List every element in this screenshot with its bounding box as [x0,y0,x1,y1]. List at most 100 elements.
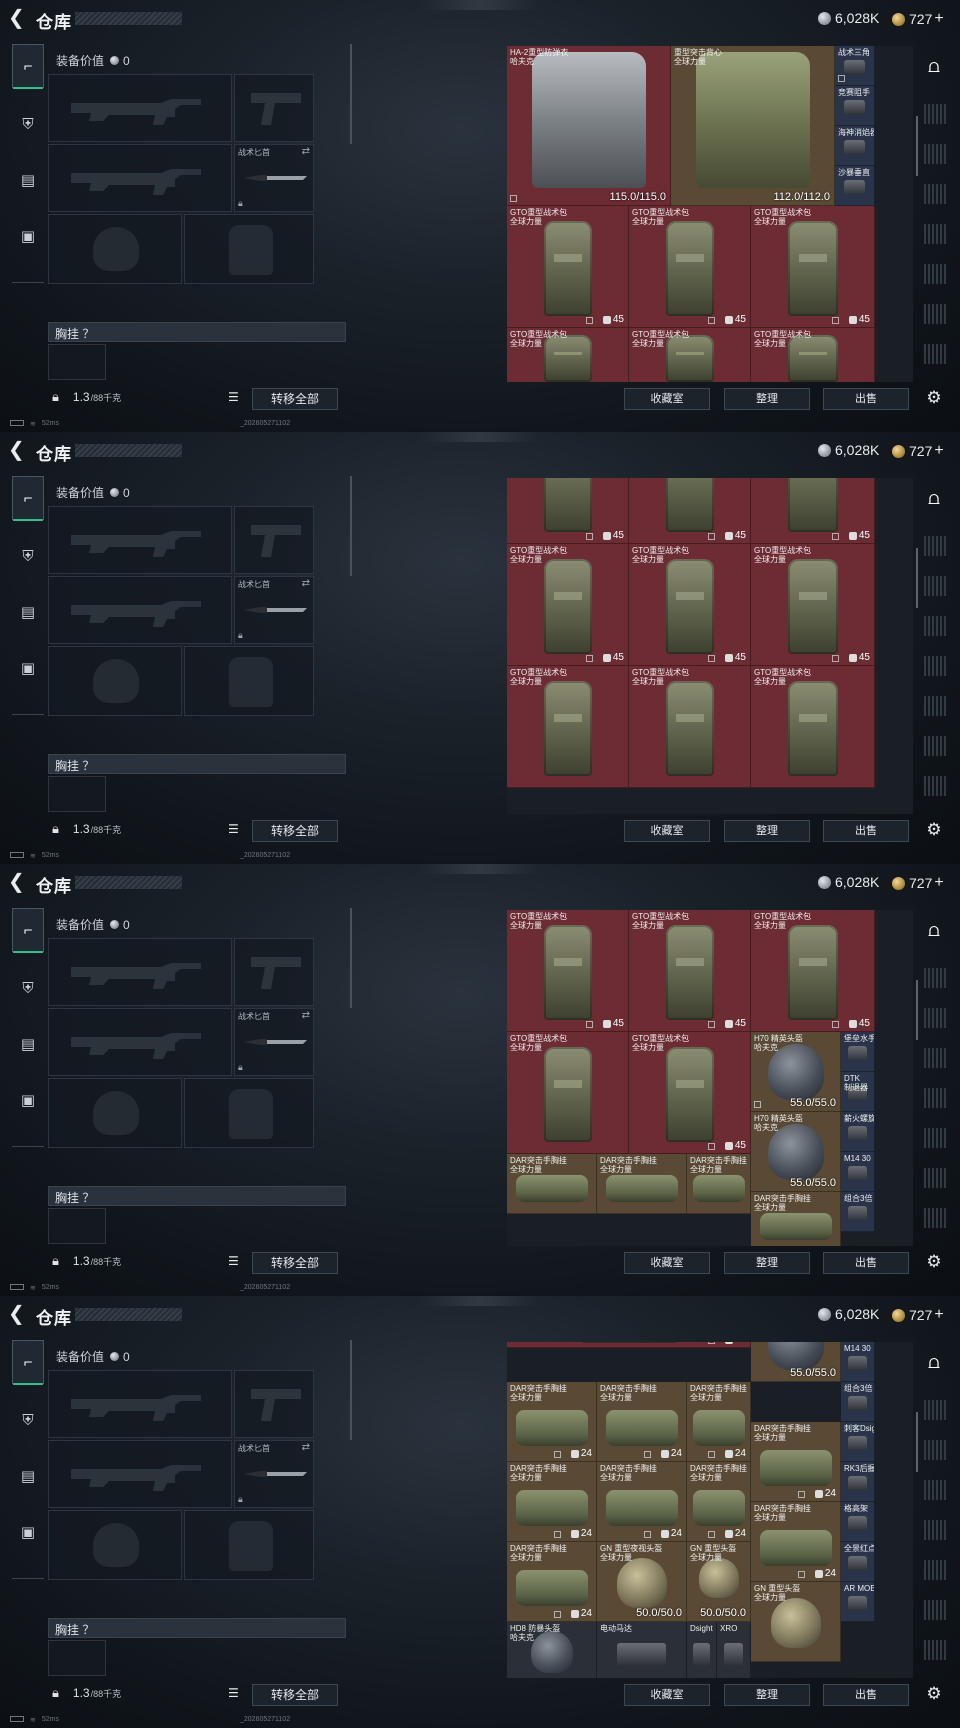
armor-slot[interactable] [184,1510,314,1580]
stash-tab[interactable] [924,1048,948,1068]
stash-tab[interactable] [924,1640,948,1660]
stash-item[interactable]: 全景红点 [841,1542,875,1582]
stash-item[interactable]: 堡垒水手 [841,1032,875,1072]
sell-button[interactable]: 出售 [823,820,909,842]
stash-grid[interactable]: GTO重型战术包 全球力量 45 GTO重型战术包 全球力量 45 GTO重型战术包 全… [507,910,913,1246]
settings-gear-icon[interactable]: ⚙ [924,388,944,408]
sort-button[interactable]: 整理 [724,1684,810,1706]
stash-tab[interactable] [924,1480,948,1500]
stash-item[interactable]: 电动马达 [597,1622,687,1678]
stash-item[interactable]: 刺客Dsig... [841,1422,875,1462]
back-arrow-icon[interactable]: ❮ [8,1304,28,1324]
stash-item[interactable]: AR MOE... [841,1582,875,1622]
armor-slot[interactable] [184,1078,314,1148]
stash-item[interactable]: DAR突击手胸挂 全球力量 24 [597,1462,687,1542]
loadout-scrollbar[interactable] [350,476,352,576]
list-icon[interactable]: ☰ [228,1686,244,1702]
swap-icon[interactable]: ⇄ [302,146,310,157]
stash-item[interactable]: 45 [507,1342,751,1348]
secondary-weapon-slot[interactable] [48,1440,232,1508]
stash-item[interactable]: RK3后握把 [841,1462,875,1502]
stash-tab[interactable] [924,184,948,204]
helmet-tab-icon[interactable]: ⛨ [12,1398,44,1442]
chest-rig-slot[interactable] [48,344,106,380]
stash-tab[interactable] [924,968,948,988]
chest-rig-header[interactable]: 胸挂 ？ [48,322,346,342]
stash-tab[interactable] [924,616,948,636]
exit-door-icon[interactable]: ⩍ [922,918,946,942]
swap-icon[interactable]: ⇄ [302,1010,310,1021]
stash-tab[interactable] [924,1128,948,1148]
stash-item[interactable]: 竞赛阻手 [835,86,875,126]
clipboard-tab-icon[interactable]: ▤ [12,158,44,202]
stash-item[interactable]: 组合3倍 [841,1192,875,1232]
secondary-weapon-slot[interactable] [48,1008,232,1076]
gold-currency[interactable]: 727 + [892,1306,944,1324]
stash-item[interactable]: GTO重型战术包 全球力量 [751,666,875,788]
stash-item[interactable]: DAR突击手胸挂 全球力量 24 [687,1382,751,1462]
settings-gear-icon[interactable]: ⚙ [924,820,944,840]
stash-item[interactable]: DAR突击手胸挂 全球力量 [687,1154,751,1214]
briefcase-tab-icon[interactable]: ▣ [12,1510,44,1554]
briefcase-tab-icon[interactable]: ▣ [12,646,44,690]
stash-item[interactable]: HD8 防暴头盔 哈夫克 [507,1622,597,1678]
helmet-tab-icon[interactable]: ⛨ [12,102,44,146]
stash-item[interactable]: GTO重型战术包 全球力量 45 [751,544,875,666]
armor-slot[interactable] [184,214,314,284]
chest-rig-slot[interactable] [48,776,106,812]
stash-tab[interactable] [924,1600,948,1620]
stash-tab[interactable] [924,536,948,556]
stash-item[interactable]: DAR突击手胸挂 全球力量 [751,1192,841,1246]
add-gold-button[interactable]: + [934,10,943,28]
helmet-slot[interactable] [48,1078,182,1148]
clipboard-tab-icon[interactable]: ▤ [12,1454,44,1498]
stash-item[interactable]: M14 30 [841,1152,875,1192]
transfer-all-button[interactable]: 转移全部 [252,1684,338,1706]
rail-scrollbar[interactable] [916,116,918,176]
stash-item[interactable]: GTO重型战术包 全球力量 45 [629,910,751,1032]
stash-tab[interactable] [924,264,948,284]
stash-item[interactable]: DAR突击手胸挂 全球力量 [597,1154,687,1214]
stash-item[interactable]: GTO重型战术包 全球力量 [629,328,751,382]
stash-item[interactable]: 海神消焰器 [835,126,875,166]
rail-scrollbar[interactable] [916,980,918,1040]
stash-item[interactable]: GTO重型战术包 全球力量 45 [507,206,629,328]
loadout-scrollbar[interactable] [350,908,352,1008]
loadout-scrollbar[interactable] [350,44,352,144]
briefcase-tab-icon[interactable]: ▣ [12,1078,44,1122]
primary-weapon-slot[interactable] [48,506,232,574]
stash-item[interactable]: HA-2重型防弹衣 哈夫克 115.0/115.0 [507,46,671,206]
stash-item[interactable]: H70 精英头盔 哈夫克 55.0/55.0 [751,1032,841,1112]
stash-item[interactable]: GTO重型战术包 全球力量 45 [629,1032,751,1154]
stash-item[interactable]: DAR突击手胸挂 全球力量 24 [597,1382,687,1462]
stash-item[interactable]: GTO重型战术包 全球力量 [507,1032,629,1154]
back-arrow-icon[interactable]: ❮ [8,440,28,460]
sell-button[interactable]: 出售 [823,388,909,410]
clipboard-tab-icon[interactable]: ▤ [12,590,44,634]
stash-item[interactable]: GN 重型头盔 全球力量 [751,1582,841,1662]
stash-item[interactable]: DAR突击手胸挂 全球力量 24 [751,1422,841,1502]
secondary-weapon-slot[interactable] [48,144,232,212]
stash-tab[interactable] [924,776,948,796]
stash-item[interactable]: GTO重型战术包 全球力量 [507,666,629,788]
swap-icon[interactable]: ⇄ [302,578,310,589]
stash-item[interactable]: GN 重型头盔 全球力量 50.0/50.0 [687,1542,751,1622]
add-gold-button[interactable]: + [934,874,943,892]
stash-item[interactable]: 沙暴垂直 [835,166,875,206]
stash-tab[interactable] [924,344,948,364]
add-gold-button[interactable]: + [934,442,943,460]
chest-rig-header[interactable]: 胸挂 ？ [48,1618,346,1638]
weapon-tab-icon[interactable]: ⌐ [12,44,44,89]
stash-tab[interactable] [924,144,948,164]
collection-room-button[interactable]: 收藏室 [624,388,710,410]
stash-item[interactable]: 战术三角 [835,46,875,86]
back-arrow-icon[interactable]: ❮ [8,872,28,892]
stash-item[interactable]: GTO重型战术包 全球力量 [629,666,751,788]
stash-grid[interactable]: 45H70 精英头盔 哈夫克55.0/55.0薪火螺旋...DAR突击手胸挂 全… [507,1342,913,1678]
collection-room-button[interactable]: 收藏室 [624,1252,710,1274]
armor-slot[interactable] [184,646,314,716]
stash-item[interactable]: 45 [629,478,751,544]
stash-tab[interactable] [924,1168,948,1188]
stash-tab[interactable] [924,1560,948,1580]
transfer-all-button[interactable]: 转移全部 [252,820,338,842]
